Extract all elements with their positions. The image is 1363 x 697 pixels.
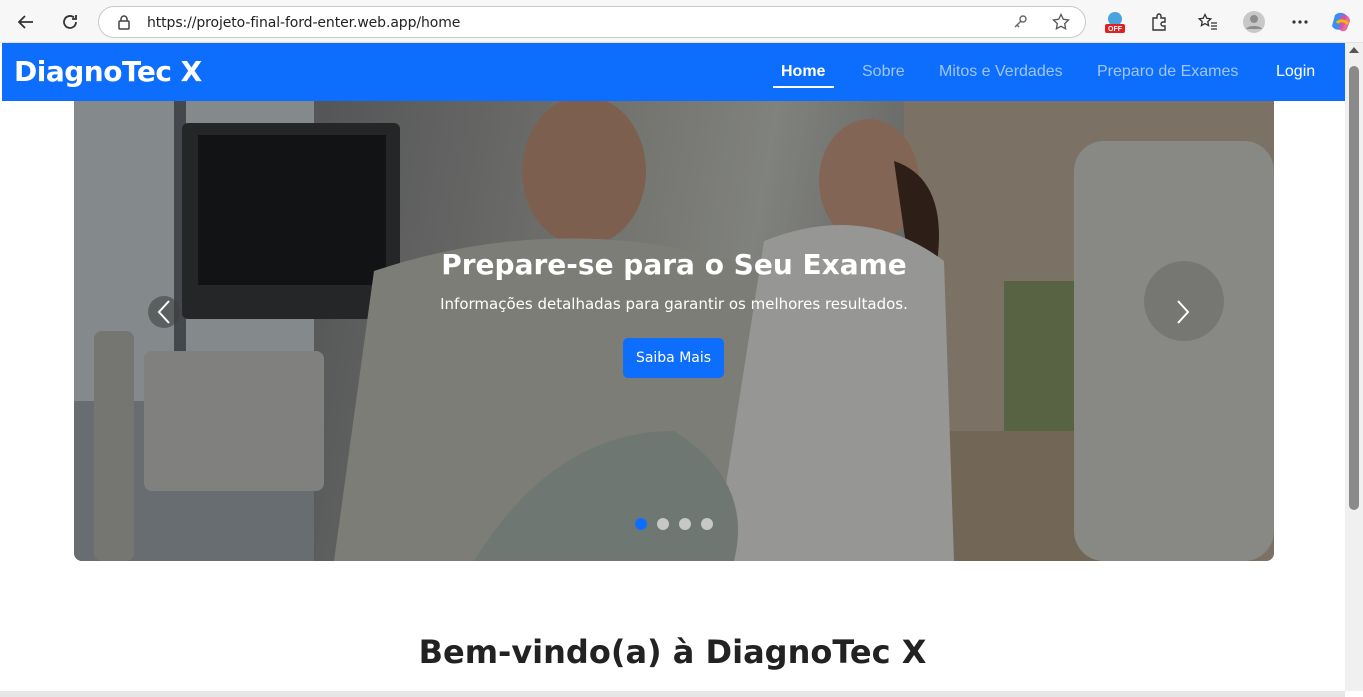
site-navbar: DiagnoTec X Home Sobre Mitos e Verdades … (2, 43, 1345, 101)
extensions-puzzle-icon[interactable] (1147, 10, 1171, 34)
login-link[interactable]: Login (1276, 63, 1315, 81)
nav-link-mitos-e-verdades[interactable]: Mitos e Verdades (939, 63, 1063, 81)
scroll-up-arrow-icon[interactable] (1349, 47, 1359, 53)
lock-icon[interactable] (115, 13, 133, 31)
welcome-heading: Bem-vindo(a) à DiagnoTec X (418, 633, 927, 671)
carousel-title: Prepare-se para o Seu Exame (441, 248, 907, 281)
more-menu-icon[interactable] (1288, 10, 1312, 34)
chevron-right-icon (1177, 300, 1190, 324)
favorite-star-icon[interactable] (1052, 13, 1070, 31)
image-dark-overlay (74, 101, 1274, 561)
carousel-indicator-4[interactable] (701, 518, 713, 530)
hero-carousel: Prepare-se para o Seu Exame Informações … (74, 101, 1274, 561)
carousel-indicator-2[interactable] (657, 518, 669, 530)
profile-avatar-icon[interactable] (1242, 10, 1266, 34)
svg-text:OFF: OFF (1108, 26, 1123, 33)
chevron-left-icon (157, 300, 170, 324)
address-bar[interactable]: https://projeto-final-ford-enter.web.app… (98, 6, 1086, 38)
page-bottom-edge (0, 691, 1345, 697)
copilot-icon[interactable] (1330, 10, 1354, 34)
extension-off-icon[interactable]: OFF (1103, 10, 1127, 34)
key-icon[interactable] (1011, 13, 1029, 31)
scrollbar-thumb[interactable] (1349, 66, 1359, 510)
carousel-prev-button[interactable] (148, 296, 180, 328)
active-nav-indicator (773, 86, 834, 88)
nav-link-sobre[interactable]: Sobre (862, 63, 905, 81)
brand-logo[interactable]: DiagnoTec X (14, 55, 202, 88)
carousel-subtitle: Informações detalhadas para garantir os … (440, 295, 908, 313)
nav-link-preparo-de-exames[interactable]: Preparo de Exames (1097, 63, 1238, 81)
nav-link-home[interactable]: Home (781, 63, 825, 81)
saiba-mais-button[interactable]: Saiba Mais (623, 338, 724, 378)
carousel-indicators (635, 518, 713, 530)
refresh-icon[interactable] (56, 8, 84, 36)
back-icon[interactable] (12, 8, 40, 36)
carousel-indicator-3[interactable] (679, 518, 691, 530)
url-text[interactable]: https://projeto-final-ford-enter.web.app… (147, 15, 460, 31)
carousel-next-button[interactable] (1167, 296, 1199, 328)
browser-toolbar: https://projeto-final-ford-enter.web.app… (0, 0, 1363, 43)
favorites-list-icon[interactable] (1196, 10, 1220, 34)
carousel-indicator-1[interactable] (635, 518, 647, 530)
